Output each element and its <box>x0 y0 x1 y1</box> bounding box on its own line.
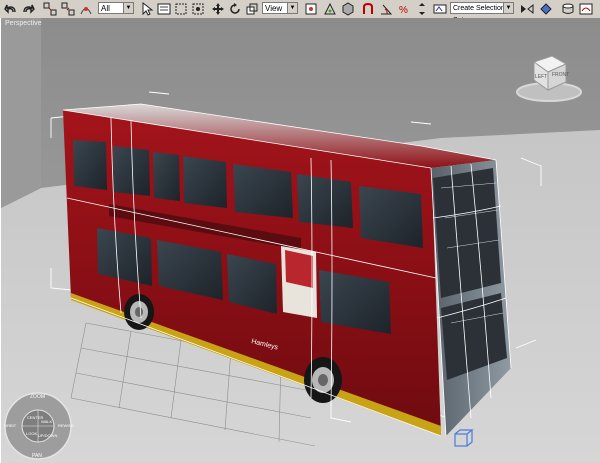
wheel-walk-label[interactable]: WALK <box>41 419 52 424</box>
main-toolbar: All ▼ View ▼ % Create Selection Set▼ <box>0 0 600 24</box>
rectangular-selection-icon[interactable] <box>173 1 188 16</box>
viewcube[interactable]: LEFT FRONT <box>514 54 584 104</box>
chevron-down-icon: ▼ <box>123 3 133 13</box>
snap-toggle-icon[interactable] <box>360 1 375 16</box>
spinner-snap-icon[interactable] <box>414 1 429 16</box>
reference-coordinate-dropdown[interactable]: View ▼ <box>262 2 298 14</box>
select-manipulate-icon[interactable] <box>322 1 337 16</box>
keyboard-shortcut-icon[interactable] <box>340 1 355 16</box>
layer-manager-icon[interactable] <box>560 1 575 16</box>
named-selection-set-dropdown[interactable]: Create Selection Set▼ <box>450 2 514 24</box>
scale-icon[interactable] <box>244 1 259 16</box>
percent-snap-icon[interactable]: % <box>396 1 411 16</box>
back-wall-left <box>1 18 41 208</box>
svg-text:%: % <box>399 5 408 16</box>
mirror-icon[interactable] <box>519 1 534 16</box>
perspective-viewport[interactable]: Hamleys Perspective LEFT FRONT ZOOM PAN … <box>0 18 600 463</box>
rotate-icon[interactable] <box>227 1 242 16</box>
viewport-scene: Hamleys <box>1 18 600 463</box>
graph-editor-icon[interactable] <box>578 1 593 16</box>
chevron-down-icon: ▼ <box>503 3 513 13</box>
edit-named-selection-icon[interactable] <box>432 1 447 16</box>
selection-filter-value: All <box>101 4 110 13</box>
wheel-orbit-label[interactable]: ORBIT <box>4 423 16 428</box>
window-crossing-icon[interactable] <box>190 1 205 16</box>
select-object-icon[interactable] <box>139 1 154 16</box>
undo-icon[interactable] <box>3 1 18 16</box>
viewcube-left-label: LEFT <box>535 74 548 80</box>
wheel-zoom-label[interactable]: ZOOM <box>30 394 45 400</box>
selection-filter-dropdown[interactable]: All ▼ <box>98 2 134 14</box>
angle-snap-icon[interactable] <box>378 1 393 16</box>
reference-coordinate-value: View <box>265 4 283 13</box>
align-icon[interactable] <box>538 1 553 16</box>
wheel-rewind-label[interactable]: REWIND <box>58 423 74 428</box>
bind-to-space-warp-icon[interactable] <box>78 1 93 16</box>
wheel-look-label[interactable]: LOOK <box>26 431 37 436</box>
select-by-name-icon[interactable] <box>156 1 171 16</box>
select-and-link-icon[interactable] <box>42 1 57 16</box>
chevron-down-icon: ▼ <box>287 3 297 13</box>
rear-wheel <box>124 294 154 330</box>
viewcube-front-label: FRONT <box>552 72 570 78</box>
steering-wheel[interactable]: ZOOM PAN ORBIT REWIND CENTER WALK LOOK U… <box>3 391 74 461</box>
redo-icon[interactable] <box>20 1 35 16</box>
front-wheel <box>304 357 342 403</box>
wheel-pan-label[interactable]: PAN <box>32 453 42 459</box>
move-icon[interactable] <box>210 1 225 16</box>
viewport-label[interactable]: Perspective <box>5 20 42 27</box>
pivot-center-icon[interactable] <box>303 1 318 16</box>
unlink-selection-icon[interactable] <box>60 1 75 16</box>
wheel-updown-label[interactable]: UP/DOWN <box>38 433 57 438</box>
